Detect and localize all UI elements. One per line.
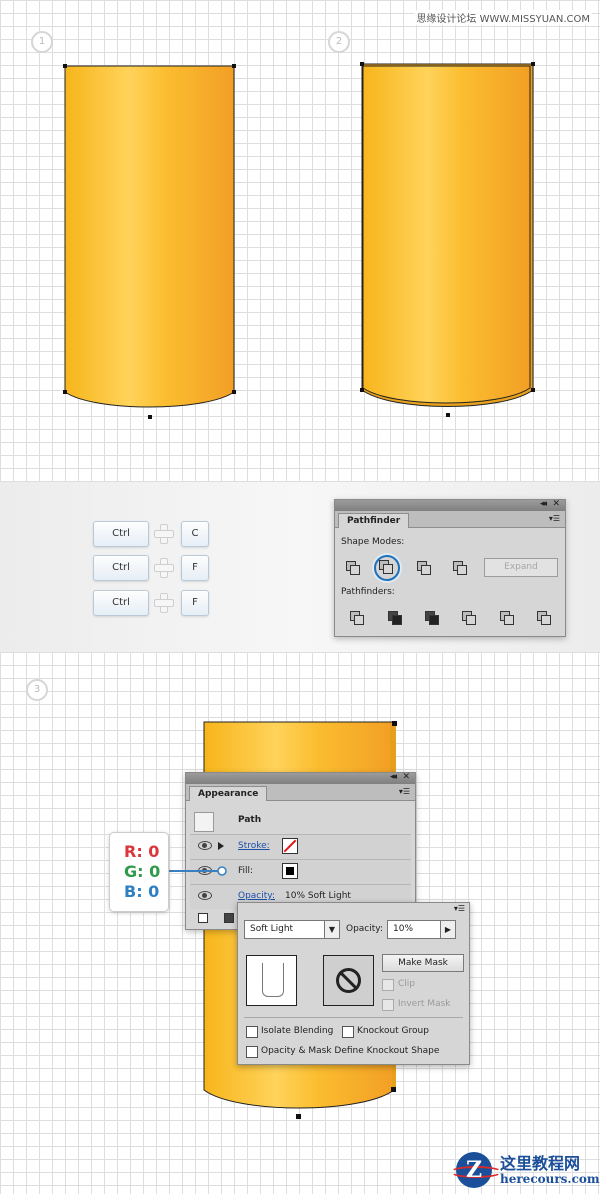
invert-mask-checkbox[interactable] [382, 999, 394, 1011]
no-mask-icon [336, 968, 361, 993]
rgb-g: G: 0 [124, 862, 161, 881]
rgb-b: B: 0 [124, 882, 160, 901]
clip-label: Clip [398, 979, 415, 989]
site-logo: Z 这里教程网 herecours.com [450, 1148, 600, 1192]
z-logo-icon: Z [450, 1152, 502, 1188]
dropdown-arrow-icon[interactable]: ▼ [324, 921, 339, 938]
opacity-label: Opacity: [346, 924, 383, 934]
rgb-r: R: 0 [124, 842, 160, 861]
transparency-popup: ▾☰ Soft Light ▼ Opacity: 10% ▶ Make Mask… [237, 902, 470, 1065]
clip-checkbox[interactable] [382, 979, 394, 991]
rgb-values-card: R: 0 G: 0 B: 0 [109, 832, 169, 912]
knockout-group-label: Knockout Group [357, 1026, 429, 1036]
mask-thumbnail[interactable] [323, 955, 374, 1006]
opacity-mask-define-label: Opacity & Mask Define Knockout Shape [261, 1046, 440, 1056]
opacity-input[interactable]: 10% ▶ [387, 920, 456, 939]
panel-menu-icon[interactable]: ▾☰ [454, 904, 465, 913]
blend-mode-value: Soft Light [250, 924, 294, 934]
blend-mode-select[interactable]: Soft Light ▼ [244, 920, 340, 939]
make-mask-button[interactable]: Make Mask [382, 954, 464, 972]
invert-mask-label: Invert Mask [398, 999, 451, 1009]
isolate-blending-checkbox[interactable] [246, 1026, 258, 1038]
flyout-arrow-icon[interactable]: ▶ [440, 921, 455, 938]
knockout-group-checkbox[interactable] [342, 1026, 354, 1038]
logo-chinese-text: 这里教程网 [500, 1154, 581, 1173]
isolate-blending-label: Isolate Blending [261, 1026, 334, 1036]
divider [244, 1017, 463, 1018]
object-thumbnail[interactable] [246, 955, 297, 1006]
opacity-input-value: 10% [393, 924, 414, 934]
opacity-mask-define-checkbox[interactable] [246, 1046, 258, 1058]
logo-english-text: herecours.com [500, 1172, 600, 1186]
